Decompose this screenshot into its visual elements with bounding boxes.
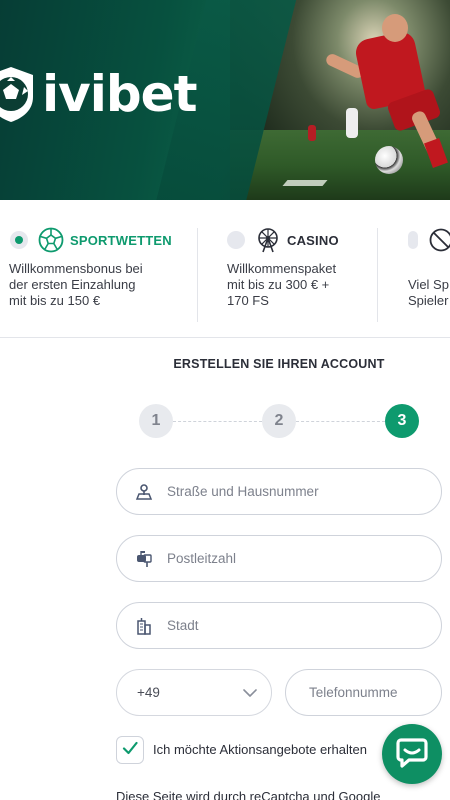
country-code-value: +49 bbox=[137, 685, 160, 700]
product-description: Willkommensbonus bei der ersten Einzahlu… bbox=[9, 261, 143, 309]
football-ball bbox=[375, 146, 403, 174]
ferris-wheel-icon bbox=[255, 227, 281, 253]
city-field[interactable]: Stadt bbox=[116, 602, 442, 649]
description-line: 170 FS bbox=[227, 293, 269, 308]
background-player bbox=[346, 108, 358, 138]
city-placeholder: Stadt bbox=[167, 618, 199, 633]
product-title: CASINO bbox=[287, 232, 339, 248]
country-code-select[interactable]: +49 bbox=[116, 669, 272, 716]
description-line: Willkommensbonus bei bbox=[9, 261, 143, 276]
description-line: der ersten Einzahlung bbox=[9, 277, 136, 292]
zip-placeholder: Postleitzahl bbox=[167, 551, 237, 566]
description-line bbox=[408, 261, 449, 277]
street-field[interactable]: Straße und Hausnummer bbox=[116, 468, 442, 515]
product-casino[interactable]: CASINO Willkommenspaket mit bis zu 300 €… bbox=[227, 200, 377, 337]
promo-checkbox-label[interactable]: Ich möchte Aktionsangebote erhalten bbox=[153, 742, 385, 757]
product-divider bbox=[197, 228, 198, 322]
zip-field[interactable]: Postleitzahl bbox=[116, 535, 442, 582]
product-radio-selected[interactable] bbox=[10, 231, 28, 249]
description-line: mit bis zu 150 € bbox=[9, 293, 101, 308]
street-placeholder: Straße und Hausnummer bbox=[167, 484, 319, 499]
chat-button[interactable] bbox=[382, 724, 442, 784]
description-line: Spieler bbox=[408, 293, 449, 308]
product-selector: SPORTWETTEN Willkommensbonus bei der ers… bbox=[0, 200, 450, 338]
product-radio[interactable] bbox=[408, 231, 418, 249]
map-pin-icon bbox=[135, 483, 153, 501]
step-connector bbox=[296, 421, 385, 422]
brand-name: ivibet bbox=[42, 65, 197, 123]
chat-bubble-icon bbox=[395, 735, 429, 774]
hero-banner: ivibet bbox=[0, 0, 450, 200]
chevron-down-icon bbox=[241, 684, 259, 702]
checkmark-icon bbox=[121, 739, 139, 762]
form-title: ERSTELLEN SIE IHREN ACCOUNT bbox=[173, 357, 385, 371]
step-1[interactable]: 1 bbox=[139, 404, 173, 438]
product-no-bonus[interactable]: Viel Sp Spieler bbox=[408, 200, 450, 337]
soccer-ball-shield-icon bbox=[0, 65, 36, 123]
soccer-ball-icon bbox=[38, 227, 64, 253]
pitch-line bbox=[282, 180, 328, 186]
description-line: Willkommenspaket bbox=[227, 261, 337, 276]
step-3: 3 bbox=[385, 404, 419, 438]
pitch-grass bbox=[230, 130, 450, 200]
product-title: SPORTWETTEN bbox=[70, 232, 172, 248]
phone-input[interactable]: Telefonnumme bbox=[285, 669, 442, 716]
step-connector bbox=[173, 421, 262, 422]
product-sportwetten[interactable]: SPORTWETTEN Willkommensbonus bei der ers… bbox=[9, 200, 190, 337]
no-bonus-icon bbox=[428, 227, 450, 253]
product-radio[interactable] bbox=[227, 231, 245, 249]
product-description: Viel Sp Spieler bbox=[408, 261, 449, 309]
background-player bbox=[308, 125, 316, 141]
recaptcha-notice: Diese Seite wird durch reCaptcha und Goo… bbox=[116, 789, 381, 800]
product-description: Willkommenspaket mit bis zu 300 € + 170 … bbox=[227, 261, 336, 309]
ivibet-logo[interactable]: ivibet bbox=[0, 62, 197, 126]
description-line: mit bis zu 300 € + bbox=[227, 277, 330, 292]
product-divider bbox=[377, 228, 378, 322]
step-2[interactable]: 2 bbox=[262, 404, 296, 438]
mailbox-icon bbox=[135, 550, 153, 568]
player-head bbox=[382, 14, 408, 42]
buildings-icon bbox=[135, 617, 153, 635]
phone-placeholder: Telefonnumme bbox=[309, 685, 398, 700]
promo-checkbox[interactable] bbox=[116, 736, 144, 764]
description-line: Viel Sp bbox=[408, 277, 449, 292]
